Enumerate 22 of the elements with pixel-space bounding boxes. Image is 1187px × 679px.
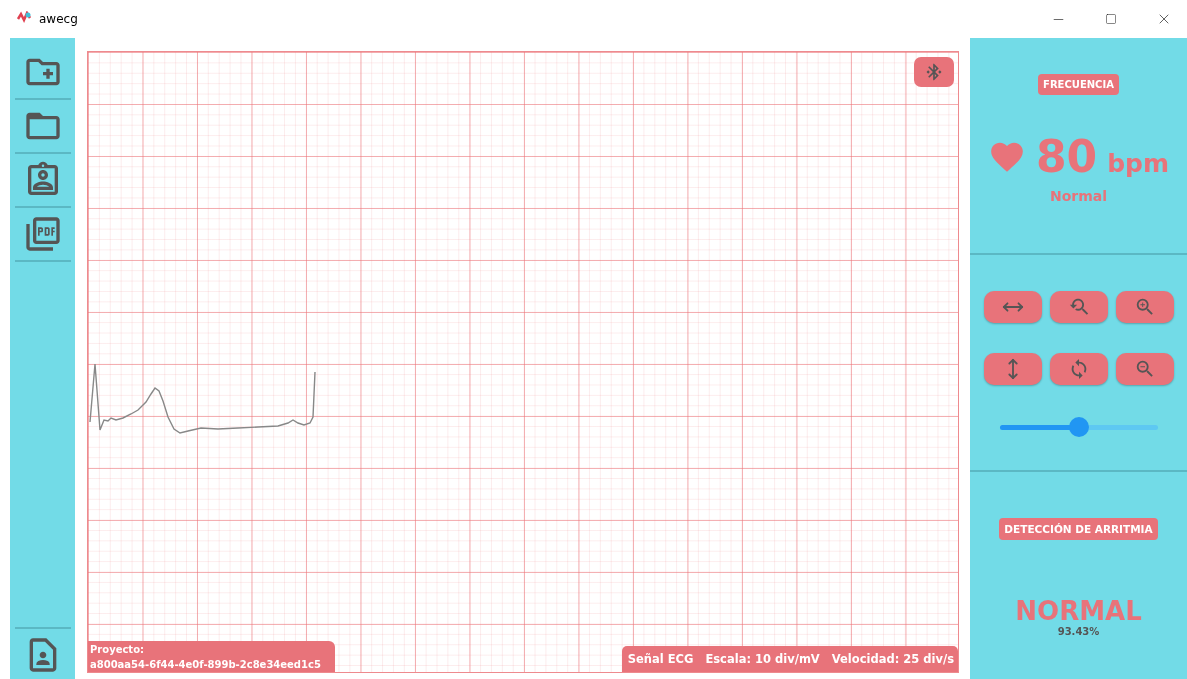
signal-info-text: Señal ECG xyxy=(627,652,694,666)
bluetooth-button[interactable] xyxy=(914,57,954,87)
zoom-out-button[interactable] xyxy=(1115,353,1174,385)
signal-info-text: Escala: 10 div/mV xyxy=(705,652,820,666)
confidence-value: 93.43% xyxy=(1057,626,1100,637)
signal-info-text: Velocidad: 25 div/s xyxy=(831,652,954,666)
project-label: Proyecto: a800aa54-6f44-4e0f-899b-2c8e34eed1c5 xyxy=(88,641,335,672)
window-title: awecg xyxy=(39,12,79,26)
maximize-icon[interactable] xyxy=(1105,13,1117,25)
arrhythmia-label: DETECCIÓN DE ARRITMIA xyxy=(999,518,1158,540)
sync-button[interactable] xyxy=(1049,353,1108,385)
zoom-slider[interactable] xyxy=(999,417,1158,437)
slider-thumb[interactable] xyxy=(1068,417,1089,437)
arrhythmia-result: NORMAL xyxy=(1015,596,1142,626)
heart-rate-unit: bpm xyxy=(1107,149,1170,178)
horizontal-arrows-button[interactable] xyxy=(983,291,1042,323)
vertical-arrows-button[interactable] xyxy=(983,353,1042,385)
heart-rate-status: Normal xyxy=(1049,188,1108,204)
frequency-label: FRECUENCIA xyxy=(1038,74,1119,95)
refresh-search-button[interactable] xyxy=(1049,291,1108,323)
heart-rate-value: 80 xyxy=(1035,131,1098,182)
zoom-in-button[interactable] xyxy=(1115,291,1174,323)
